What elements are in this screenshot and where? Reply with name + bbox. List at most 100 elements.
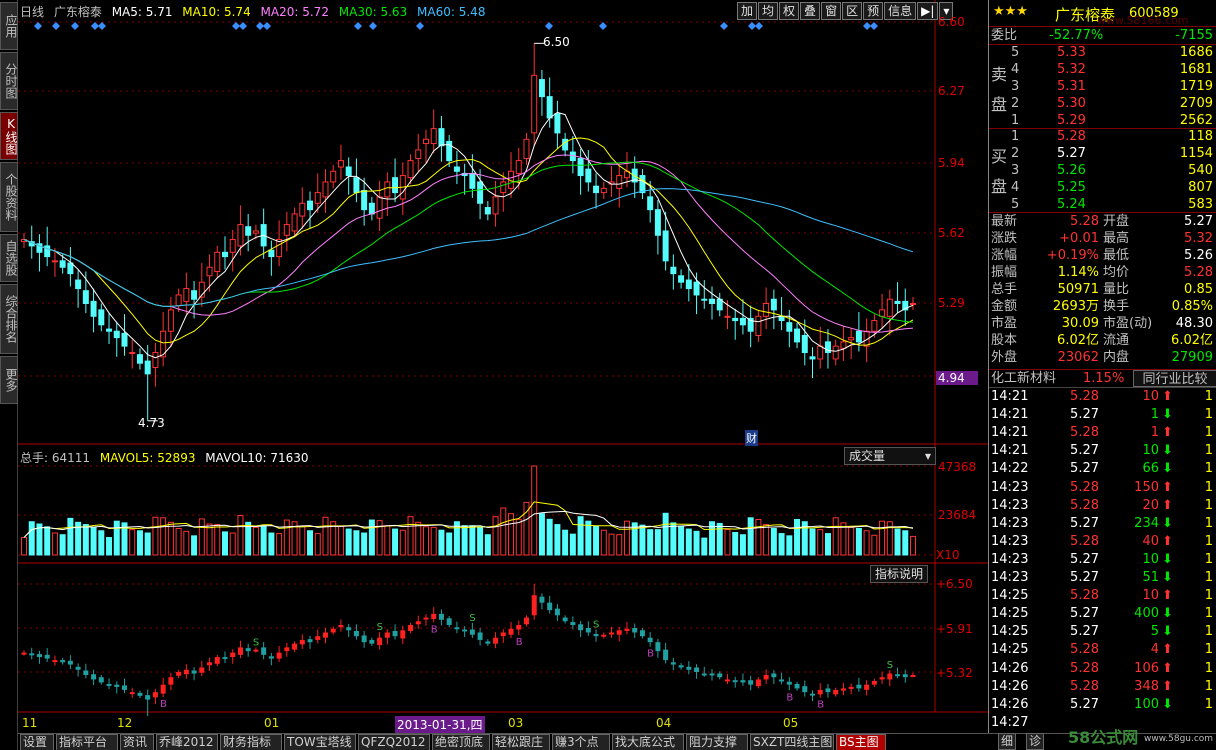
candle-body [477, 181, 484, 204]
tick-count: 1 [1204, 588, 1213, 604]
toolbar-alert-button[interactable]: 预 [863, 2, 884, 20]
ma20-label: MA20: 5.72 [260, 5, 329, 19]
candle-body [144, 360, 151, 375]
candle-body [886, 298, 893, 317]
toolbar-info-button[interactable]: 信息 [884, 2, 917, 20]
toolbar-play-icon[interactable]: ▶| [917, 2, 939, 20]
date-label: 12 [117, 716, 133, 730]
candle-body [647, 196, 654, 211]
toolbar-ma-button[interactable]: 均 [758, 2, 779, 20]
volume-bar [569, 533, 576, 556]
toolbar-add-button[interactable]: 加 [737, 2, 758, 20]
candle-body [438, 128, 445, 147]
detail-tab[interactable]: 细 [998, 733, 1017, 750]
toolbar-range-button[interactable]: 区 [842, 2, 863, 20]
bottom-tab[interactable]: 找大底公式 [612, 734, 684, 750]
nav-stock-info[interactable]: 个股资料 [0, 162, 18, 232]
candle-body [894, 300, 901, 304]
indicator-body [431, 613, 437, 620]
indicator-body [609, 632, 615, 635]
arrow-up-icon: ⬆ [1162, 497, 1173, 513]
volume-bar [384, 525, 391, 556]
tick-volume: 40 [1142, 533, 1159, 549]
bottom-tab[interactable]: BS主图 [836, 734, 886, 750]
peer-compare-button[interactable]: 同行业比较 [1133, 370, 1216, 387]
bottom-tab[interactable]: 财务指标 [220, 734, 282, 750]
volume-bar [747, 517, 754, 556]
bottom-tab[interactable]: 乔峰2012 [156, 734, 218, 750]
volume-indicator-select[interactable]: 成交量 ▾ [844, 447, 936, 465]
indicator-body [129, 692, 135, 695]
nav-ranking[interactable]: 综合排名 [0, 284, 18, 354]
diagnose-tab[interactable]: 诊 [1026, 733, 1045, 750]
tick-row: 14:21 5.27 1 ⬇ 1 [989, 406, 1216, 423]
volume-bar [739, 534, 746, 556]
tick-row: 14:26 5.28 348 ⬆ 1 [989, 678, 1216, 695]
chart-toolbar: 加 均 权 叠 窗 区 预 信息 ▶| ▾ [736, 2, 954, 20]
ma10-label: MA10: 5.74 [182, 5, 251, 19]
bottom-tab[interactable]: 设置 [20, 734, 54, 750]
nav-watchlist[interactable]: 自选股 [0, 234, 18, 282]
arrow-up-icon: ⬆ [1162, 660, 1173, 676]
volume-bar [554, 524, 561, 556]
mavol10-label: MAVOL10: 71630 [205, 451, 309, 465]
volume-bar [152, 516, 159, 556]
sell-signal-label: S [377, 622, 383, 633]
volume-bar [647, 529, 654, 556]
stat-value: 5.28 [1070, 214, 1099, 229]
nav-kline[interactable]: K线图 [0, 112, 18, 160]
bottom-tab[interactable]: QFZQ2012 [358, 734, 430, 750]
bottom-tab[interactable]: 资讯 [120, 734, 154, 750]
bottom-tab[interactable]: 绝密顶底 [432, 734, 490, 750]
candle-body [129, 352, 136, 355]
nav-app[interactable]: 应用 [0, 2, 18, 50]
candle-body [245, 226, 252, 236]
candle-body [724, 315, 731, 318]
arrow-up-icon: ⬆ [1162, 425, 1173, 441]
volume-bar [21, 537, 27, 556]
candle-body [322, 181, 329, 198]
indicator-body [168, 677, 174, 685]
candle-body [515, 160, 522, 174]
arrow-up-icon: ⬆ [1162, 533, 1173, 549]
order-price: 5.25 [1057, 180, 1086, 195]
candle-body [685, 279, 692, 290]
nav-timeshare[interactable]: 分时图 [0, 52, 18, 110]
indicator-help-button[interactable]: 指标说明 [870, 565, 929, 583]
bottom-tab[interactable]: TOW宝塔线 [284, 734, 356, 750]
bottom-tab[interactable]: 轻松跟庄 [492, 734, 550, 750]
bottom-tab[interactable]: 赚3个点 [552, 734, 610, 750]
volume-bar [136, 530, 143, 556]
tick-time: 14:23 [991, 551, 1029, 567]
bottom-tab[interactable]: SXZT四线主图 [750, 734, 834, 750]
candle-body [407, 160, 414, 179]
sell-signal-label: S [469, 613, 475, 624]
arrow-down-icon: ⬇ [1162, 407, 1173, 423]
bottom-tab[interactable]: 阻力支撑 [686, 734, 748, 750]
financial-report-badge[interactable]: 财 [745, 430, 758, 446]
volume-bar [879, 520, 886, 556]
indicator-body [833, 689, 839, 695]
indicator-body [446, 618, 452, 626]
toolbar-window-button[interactable]: 窗 [821, 2, 842, 20]
indicator-body [98, 677, 104, 683]
toolbar-rights-button[interactable]: 权 [779, 2, 800, 20]
sell-order-row: 1 5.29 2562 [989, 112, 1216, 129]
tick-count: 1 [1204, 533, 1213, 549]
tick-time: 14:23 [991, 479, 1029, 495]
volume-bar [392, 528, 399, 556]
indicator-body [199, 667, 205, 673]
nav-more[interactable]: 更多 [0, 356, 18, 404]
signal-marker-icon [232, 22, 240, 30]
sector-name[interactable]: 化工新材料 [991, 370, 1056, 387]
volume-bar [59, 534, 66, 556]
stat-label: 外盘 [991, 350, 1018, 365]
indicator-body [114, 684, 120, 687]
volume-bar [871, 534, 878, 556]
toolbar-overlay-button[interactable]: 叠 [800, 2, 821, 20]
tick-row: 14:23 5.28 20 ⬆ 1 [989, 497, 1216, 514]
order-level: 2 [1011, 146, 1020, 161]
chart-canvas[interactable]: B S S B S B S B B B S [18, 0, 988, 733]
candle-body [175, 294, 182, 307]
bottom-tab[interactable]: 指标平台 [56, 734, 118, 750]
